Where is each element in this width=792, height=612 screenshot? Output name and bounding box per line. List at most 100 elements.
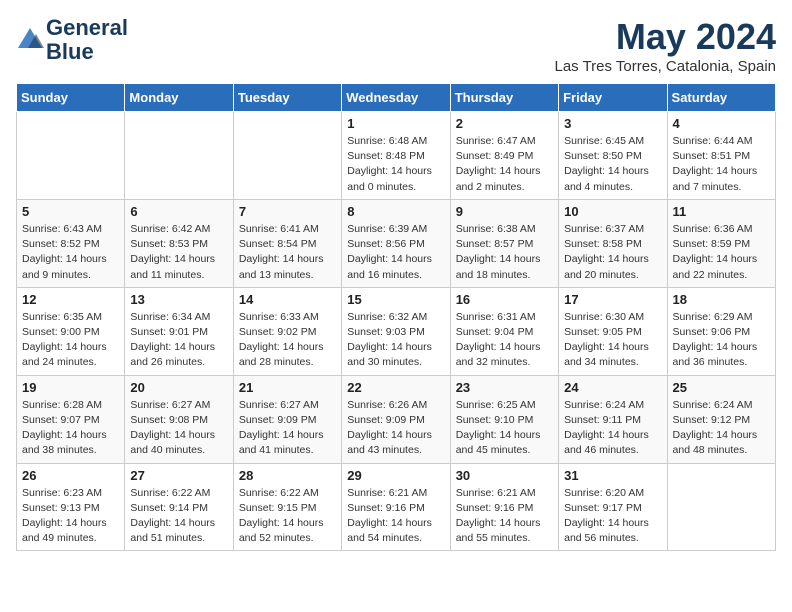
calendar-cell: 3Sunrise: 6:45 AMSunset: 8:50 PMDaylight… (559, 112, 667, 200)
day-info: Sunrise: 6:25 AMSunset: 9:10 PMDaylight:… (456, 398, 553, 459)
day-info: Sunrise: 6:47 AMSunset: 8:49 PMDaylight:… (456, 134, 553, 195)
day-info: Sunrise: 6:44 AMSunset: 8:51 PMDaylight:… (673, 134, 770, 195)
day-info: Sunrise: 6:24 AMSunset: 9:12 PMDaylight:… (673, 398, 770, 459)
day-number: 4 (673, 116, 770, 131)
day-info: Sunrise: 6:21 AMSunset: 9:16 PMDaylight:… (347, 486, 444, 547)
calendar-cell: 22 Sunrise: 6:26 AMSunset: 9:09 PMDayligh… (342, 375, 450, 463)
weekday-header-thursday: Thursday (450, 84, 558, 112)
day-info: Sunrise: 6:28 AMSunset: 9:07 PMDaylight:… (22, 398, 119, 459)
logo-line1: General (46, 16, 128, 40)
weekday-header-saturday: Saturday (667, 84, 775, 112)
day-number: 19 (22, 380, 119, 395)
page-header: General Blue May 2024 Las Tres Torres, C… (16, 16, 776, 75)
calendar-cell (17, 112, 125, 200)
calendar-cell: 11Sunrise: 6:36 AMSunset: 8:59 PMDayligh… (667, 199, 775, 287)
day-number: 2 (456, 116, 553, 131)
calendar-week-1: 1 Sunrise: 6:48 AMSunset: 8:48 PMDaylight… (17, 112, 776, 200)
calendar-cell: 27Sunrise: 6:22 AMSunset: 9:14 PMDayligh… (125, 463, 233, 551)
day-number: 20 (130, 380, 227, 395)
weekday-header-row: SundayMondayTuesdayWednesdayThursdayFrid… (17, 84, 776, 112)
day-number: 8 (347, 204, 444, 219)
day-info: Sunrise: 6:48 AMSunset: 8:48 PMDaylight:… (347, 134, 444, 195)
calendar-cell: 16 Sunrise: 6:31 AMSunset: 9:04 PMDayligh… (450, 287, 558, 375)
day-info: Sunrise: 6:27 AMSunset: 9:08 PMDaylight:… (130, 398, 227, 459)
calendar-cell (125, 112, 233, 200)
day-info: Sunrise: 6:35 AMSunset: 9:00 PMDaylight:… (22, 310, 119, 371)
day-info: Sunrise: 6:31 AMSunset: 9:04 PMDaylight:… (456, 310, 553, 371)
day-info: Sunrise: 6:26 AMSunset: 9:09 PMDaylight:… (347, 398, 444, 459)
calendar-body: 1 Sunrise: 6:48 AMSunset: 8:48 PMDaylight… (17, 112, 776, 551)
day-info: Sunrise: 6:34 AMSunset: 9:01 PMDaylight:… (130, 310, 227, 371)
logo-line2: Blue (46, 40, 128, 64)
calendar-cell: 12Sunrise: 6:35 AMSunset: 9:00 PMDayligh… (17, 287, 125, 375)
logo: General Blue (16, 16, 128, 64)
calendar-week-2: 5 Sunrise: 6:43 AMSunset: 8:52 PMDaylight… (17, 199, 776, 287)
calendar-cell: 4 Sunrise: 6:44 AMSunset: 8:51 PMDaylight… (667, 112, 775, 200)
calendar-cell: 30Sunrise: 6:21 AMSunset: 9:16 PMDayligh… (450, 463, 558, 551)
calendar-cell: 31Sunrise: 6:20 AMSunset: 9:17 PMDayligh… (559, 463, 667, 551)
calendar-cell: 6Sunrise: 6:42 AMSunset: 8:53 PMDaylight… (125, 199, 233, 287)
calendar-cell: 19 Sunrise: 6:28 AMSunset: 9:07 PMDayligh… (17, 375, 125, 463)
calendar-table: SundayMondayTuesdayWednesdayThursdayFrid… (16, 83, 776, 551)
title-block: May 2024 Las Tres Torres, Catalonia, Spa… (554, 16, 776, 75)
calendar-cell: 5 Sunrise: 6:43 AMSunset: 8:52 PMDaylight… (17, 199, 125, 287)
day-info: Sunrise: 6:23 AMSunset: 9:13 PMDaylight:… (22, 486, 119, 547)
calendar-cell (233, 112, 341, 200)
weekday-header-friday: Friday (559, 84, 667, 112)
day-info: Sunrise: 6:43 AMSunset: 8:52 PMDaylight:… (22, 222, 119, 283)
weekday-header-sunday: Sunday (17, 84, 125, 112)
logo-text: General Blue (46, 16, 128, 64)
calendar-cell: 1 Sunrise: 6:48 AMSunset: 8:48 PMDaylight… (342, 112, 450, 200)
calendar-cell: 20 Sunrise: 6:27 AMSunset: 9:08 PMDayligh… (125, 375, 233, 463)
day-number: 31 (564, 468, 661, 483)
calendar-cell: 18 Sunrise: 6:29 AMSunset: 9:06 PMDayligh… (667, 287, 775, 375)
location: Las Tres Torres, Catalonia, Spain (554, 58, 776, 75)
day-info: Sunrise: 6:41 AMSunset: 8:54 PMDaylight:… (239, 222, 336, 283)
day-info: Sunrise: 6:24 AMSunset: 9:11 PMDaylight:… (564, 398, 661, 459)
calendar-week-4: 19 Sunrise: 6:28 AMSunset: 9:07 PMDayligh… (17, 375, 776, 463)
calendar-cell (667, 463, 775, 551)
day-number: 26 (22, 468, 119, 483)
day-number: 29 (347, 468, 444, 483)
calendar-cell: 8 Sunrise: 6:39 AMSunset: 8:56 PMDaylight… (342, 199, 450, 287)
day-info: Sunrise: 6:21 AMSunset: 9:16 PMDaylight:… (456, 486, 553, 547)
day-number: 11 (673, 204, 770, 219)
calendar-cell: 9Sunrise: 6:38 AMSunset: 8:57 PMDaylight… (450, 199, 558, 287)
calendar-cell: 10 Sunrise: 6:37 AMSunset: 8:58 PMDayligh… (559, 199, 667, 287)
weekday-header-tuesday: Tuesday (233, 84, 341, 112)
day-number: 23 (456, 380, 553, 395)
day-number: 7 (239, 204, 336, 219)
weekday-header-monday: Monday (125, 84, 233, 112)
day-number: 16 (456, 292, 553, 307)
day-number: 5 (22, 204, 119, 219)
day-number: 10 (564, 204, 661, 219)
day-info: Sunrise: 6:22 AMSunset: 9:14 PMDaylight:… (130, 486, 227, 547)
day-number: 21 (239, 380, 336, 395)
calendar-week-3: 12Sunrise: 6:35 AMSunset: 9:00 PMDayligh… (17, 287, 776, 375)
day-info: Sunrise: 6:22 AMSunset: 9:15 PMDaylight:… (239, 486, 336, 547)
calendar-cell: 2 Sunrise: 6:47 AMSunset: 8:49 PMDaylight… (450, 112, 558, 200)
logo-icon (16, 26, 44, 54)
day-number: 1 (347, 116, 444, 131)
day-number: 18 (673, 292, 770, 307)
day-number: 13 (130, 292, 227, 307)
day-number: 6 (130, 204, 227, 219)
day-number: 22 (347, 380, 444, 395)
day-info: Sunrise: 6:27 AMSunset: 9:09 PMDaylight:… (239, 398, 336, 459)
day-info: Sunrise: 6:32 AMSunset: 9:03 PMDaylight:… (347, 310, 444, 371)
day-info: Sunrise: 6:37 AMSunset: 8:58 PMDaylight:… (564, 222, 661, 283)
day-number: 14 (239, 292, 336, 307)
day-number: 17 (564, 292, 661, 307)
day-number: 28 (239, 468, 336, 483)
calendar-cell: 23 Sunrise: 6:25 AMSunset: 9:10 PMDayligh… (450, 375, 558, 463)
day-info: Sunrise: 6:29 AMSunset: 9:06 PMDaylight:… (673, 310, 770, 371)
day-number: 9 (456, 204, 553, 219)
calendar-cell: 28 Sunrise: 6:22 AMSunset: 9:15 PMDayligh… (233, 463, 341, 551)
calendar-cell: 26 Sunrise: 6:23 AMSunset: 9:13 PMDayligh… (17, 463, 125, 551)
month-title: May 2024 (554, 16, 776, 58)
calendar-cell: 14 Sunrise: 6:33 AMSunset: 9:02 PMDayligh… (233, 287, 341, 375)
day-info: Sunrise: 6:33 AMSunset: 9:02 PMDaylight:… (239, 310, 336, 371)
day-info: Sunrise: 6:39 AMSunset: 8:56 PMDaylight:… (347, 222, 444, 283)
calendar-cell: 17Sunrise: 6:30 AMSunset: 9:05 PMDayligh… (559, 287, 667, 375)
day-number: 15 (347, 292, 444, 307)
